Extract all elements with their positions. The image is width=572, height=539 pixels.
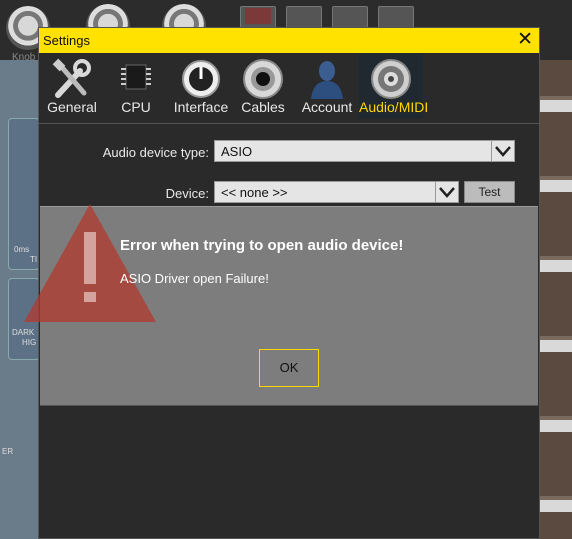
dialog-titlebar[interactable]: Settings ✕ (39, 28, 539, 53)
tab-audio-midi[interactable]: Audio/MIDI (359, 53, 429, 119)
tab-label: Interface (173, 99, 229, 115)
alert-message: ASIO Driver open Failure! (120, 271, 269, 286)
device-value: << none >> (221, 185, 288, 200)
speaker-icon (371, 59, 411, 99)
tab-label: Account (301, 99, 353, 115)
audio-device-type-value: ASIO (221, 144, 253, 159)
audio-device-type-select[interactable]: ASIO (214, 140, 515, 162)
tab-label: Cables (241, 99, 285, 115)
user-icon (311, 61, 343, 99)
tab-divider (39, 123, 539, 124)
tab-cpu[interactable]: CPU (109, 53, 163, 119)
error-alert: Error when trying to open audio device! … (24, 204, 538, 406)
tools-icon (52, 58, 91, 98)
tab-interface[interactable]: Interface (169, 53, 233, 119)
background-right-rack (540, 60, 572, 539)
tab-general[interactable]: General (43, 53, 101, 119)
tab-account[interactable]: Account (297, 53, 357, 119)
knob-icon (182, 60, 220, 98)
background-rack-label: ER (2, 447, 14, 456)
background-rack-label: HIG (22, 338, 37, 347)
audio-device-type-label: Audio device type: (102, 145, 209, 160)
alert-title: Error when trying to open audio device! (120, 237, 404, 254)
tab-label: General (47, 99, 97, 115)
settings-tabs: General CPU Interface Cables Account Aud… (39, 53, 539, 119)
test-button[interactable]: Test (464, 181, 515, 203)
background-rack-label: DARK (12, 328, 35, 337)
device-label: Device: (165, 186, 209, 201)
close-icon[interactable]: ✕ (517, 29, 533, 51)
chevron-down-icon[interactable] (435, 182, 458, 202)
tab-label: Audio/MIDI (359, 99, 429, 115)
device-select[interactable]: << none >> (214, 181, 459, 203)
background-red-accent (245, 8, 271, 24)
warning-icon (24, 204, 156, 322)
tab-cables[interactable]: Cables (237, 53, 289, 119)
dialog-title: Settings (43, 33, 90, 48)
chip-icon (121, 64, 151, 90)
tab-label: CPU (121, 99, 151, 115)
chevron-down-icon[interactable] (491, 141, 514, 161)
jack-icon (243, 59, 283, 99)
ok-button[interactable]: OK (259, 349, 319, 387)
